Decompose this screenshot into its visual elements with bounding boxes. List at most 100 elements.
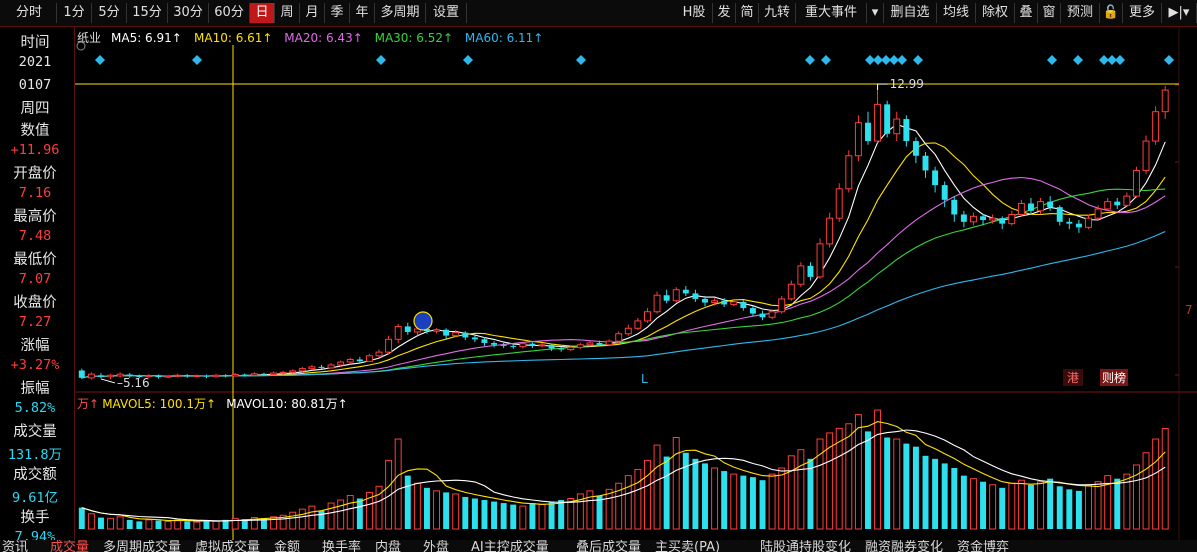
toolbar-tool-h_share-button[interactable]: H股 [676, 3, 713, 23]
volume-bar-down[interactable] [1056, 486, 1063, 529]
candle-body-down[interactable] [912, 141, 919, 156]
event-diamond-marker[interactable] [1115, 55, 1125, 65]
volume-bar-down[interactable] [126, 519, 133, 529]
toolbar-period-month-button[interactable]: 月 [300, 3, 325, 23]
candle-body-up[interactable] [452, 332, 460, 337]
toolbar-tool-window-button[interactable]: 窗 [1038, 3, 1061, 23]
candle-body-up[interactable] [768, 311, 776, 318]
event-diamond-marker[interactable] [376, 55, 386, 65]
candle-body-up[interactable] [433, 329, 441, 332]
candle-body-down[interactable] [155, 375, 162, 378]
candle-body-up[interactable] [337, 361, 345, 366]
volume-bar-down[interactable] [884, 437, 891, 530]
toolbar-period-minute_k-button[interactable]: 分时 [2, 3, 57, 23]
toolbar-tool-overlay-button[interactable]: 叠 [1015, 3, 1038, 23]
candle-body-down[interactable] [884, 104, 891, 134]
candle-body-up[interactable] [787, 283, 795, 300]
candle-body-up[interactable] [346, 358, 354, 363]
indicator-tab-13[interactable]: 资金博弈 [957, 540, 1009, 552]
indicator-tab-6[interactable]: 内盘 [375, 540, 401, 552]
indicator-tab-9[interactable]: 叠后成交量 [576, 540, 641, 552]
candle-body-up[interactable] [538, 344, 546, 347]
candle-body-up[interactable] [1142, 140, 1150, 171]
volume-bar-up[interactable] [845, 423, 853, 530]
volume-bar-up[interactable] [1008, 482, 1016, 530]
candle-body-up[interactable] [653, 294, 661, 313]
toolbar-period-15m-button[interactable]: 15分 [127, 3, 168, 23]
volume-bar-down[interactable] [155, 520, 162, 529]
signal-circle-marker[interactable] [413, 311, 433, 331]
event-diamond-marker[interactable] [805, 55, 815, 65]
volume-bar-down[interactable] [462, 496, 469, 529]
candle-body-up[interactable] [989, 217, 997, 221]
volume-bar-down[interactable] [529, 503, 536, 529]
candle-body-down[interactable] [941, 185, 948, 200]
toolbar-tool-predict-button[interactable]: 预测 [1061, 3, 1100, 23]
candle-body-up[interactable] [1161, 89, 1169, 113]
toolbar-period-season-button[interactable]: 季 [325, 3, 350, 23]
indicator-tab-12[interactable]: 融资融券变化 [865, 540, 943, 552]
volume-bar-down[interactable] [500, 503, 507, 529]
volume-bar-up[interactable] [854, 414, 862, 530]
volume-bar-up[interactable] [1037, 481, 1045, 530]
volume-bar-up[interactable] [730, 473, 738, 530]
volume-bar-down[interactable] [759, 480, 766, 529]
toolbar-tool-fa-button[interactable]: 发 [713, 3, 736, 23]
volume-bar-up[interactable] [893, 438, 901, 530]
candle-body-down[interactable] [1047, 201, 1054, 208]
candle-body-down[interactable] [682, 289, 689, 294]
volume-bar-down[interactable] [932, 458, 939, 529]
candle-body-up[interactable] [1085, 217, 1092, 228]
indicator-tab-3[interactable]: 虚拟成交量 [195, 540, 260, 552]
candle-body-down[interactable] [960, 214, 967, 222]
volume-bar-down[interactable] [356, 498, 363, 530]
volume-bar-down[interactable] [97, 517, 104, 529]
candle-body-down[interactable] [922, 155, 929, 171]
event-diamond-marker[interactable] [95, 55, 105, 65]
volume-bar-down[interactable] [663, 456, 670, 529]
candle-body-down[interactable] [78, 370, 85, 378]
volume-bar-up[interactable] [605, 488, 613, 530]
candle-body-down[interactable] [443, 329, 450, 336]
volume-bar-down[interactable] [318, 510, 325, 529]
volume-bar-up[interactable] [308, 505, 316, 530]
volume-bar-down[interactable] [1066, 489, 1073, 529]
candle-body-down[interactable] [558, 348, 565, 350]
volume-bar-down[interactable] [740, 475, 747, 529]
volume-bar-down[interactable] [471, 498, 478, 530]
volume-bar-down[interactable] [1047, 478, 1054, 529]
volume-bar-up[interactable] [519, 505, 527, 530]
candle-body-down[interactable] [1066, 221, 1073, 224]
volume-bar-down[interactable] [865, 431, 871, 529]
candle-body-down[interactable] [807, 265, 814, 277]
candle-body-up[interactable] [279, 371, 287, 374]
volume-bar-up[interactable] [394, 438, 402, 530]
toolbar-period-30m-button[interactable]: 30分 [168, 3, 209, 23]
indicator-tab-7[interactable]: 外盘 [423, 540, 449, 552]
candle-body-up[interactable] [1123, 195, 1131, 206]
candle-body-up[interactable] [87, 373, 95, 379]
candle-body-up[interactable] [845, 155, 853, 190]
volume-bar-up[interactable] [874, 409, 882, 530]
volume-bar-up[interactable] [653, 444, 661, 530]
event-diamond-marker[interactable] [913, 55, 923, 65]
volume-bar-down[interactable] [980, 481, 987, 529]
candle-body-up[interactable] [212, 374, 220, 378]
candle-body-up[interactable] [1152, 111, 1160, 142]
candle-body-up[interactable] [826, 217, 834, 245]
candle-body-down[interactable] [471, 337, 478, 340]
toolbar-period-5m-button[interactable]: 5分 [92, 3, 127, 23]
candle-body-down[interactable] [1075, 223, 1082, 228]
candle-body-down[interactable] [184, 375, 191, 377]
volume-bar-down[interactable] [749, 477, 756, 529]
toolbar-period-multi-button[interactable]: 多周期 [375, 3, 426, 23]
volume-bar-down[interactable] [136, 521, 143, 529]
volume-bar-up[interactable] [567, 498, 575, 530]
toolbar-tool-more-button[interactable]: 更多 [1123, 3, 1162, 23]
candle-body-down[interactable] [356, 359, 363, 362]
candle-body-up[interactable] [854, 122, 862, 157]
candle-body-down[interactable] [500, 344, 507, 346]
toolbar-tool-pin-button[interactable]: ▶|▾ [1162, 3, 1197, 23]
volume-bar-up[interactable] [452, 493, 460, 530]
toolbar-tool-exright-button[interactable]: 除权 [976, 3, 1015, 23]
